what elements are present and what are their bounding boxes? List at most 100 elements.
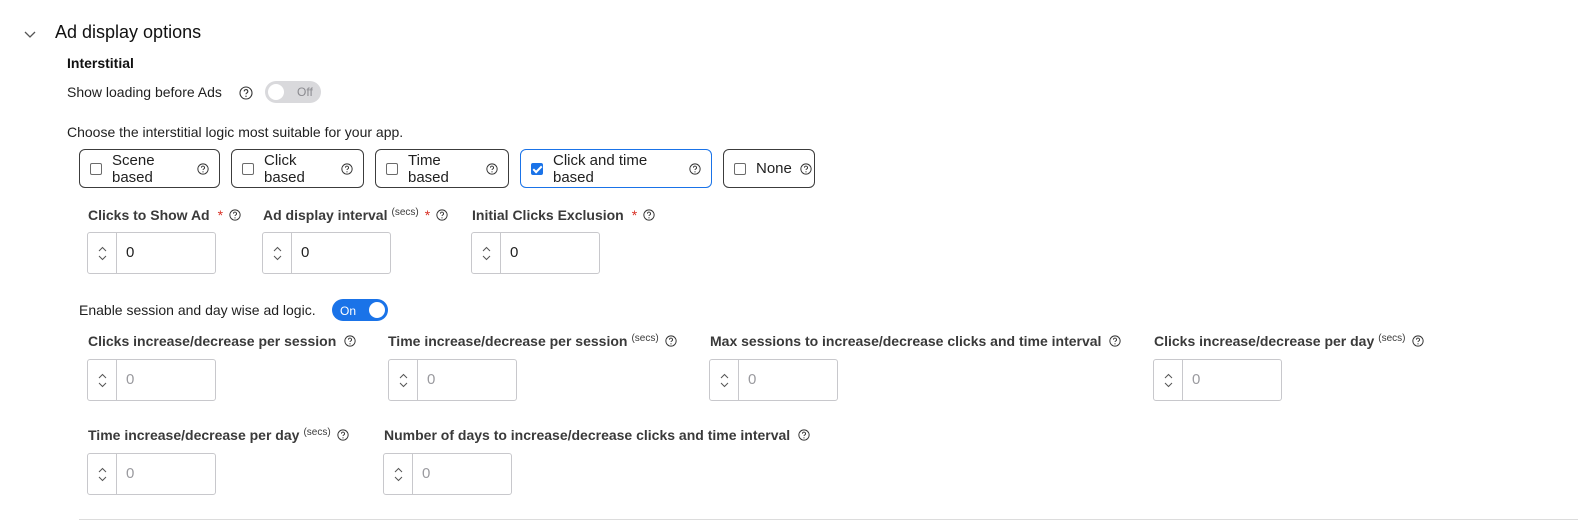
help-icon[interactable] — [800, 162, 812, 175]
subsection-title: Interstitial — [67, 55, 134, 71]
option-none[interactable]: None — [723, 149, 815, 188]
chevron-down-icon — [98, 255, 106, 260]
checkbox[interactable] — [242, 162, 254, 175]
stepper-value[interactable]: 0 — [501, 233, 599, 273]
option-label: Scene based — [112, 151, 155, 186]
chevron-down-icon — [399, 382, 407, 387]
field-label-time-per-session: Time increase/decrease per session (secs… — [388, 333, 677, 349]
chevron-up-icon — [1164, 373, 1172, 378]
clicks-per-session-stepper[interactable]: 0 — [87, 359, 216, 401]
logic-prompt: Choose the interstitial logic most suita… — [67, 124, 404, 140]
chevron-down-icon — [273, 255, 281, 260]
help-icon[interactable] — [486, 162, 498, 175]
chevron-down-icon[interactable] — [22, 26, 38, 42]
ad-display-interval-stepper[interactable]: 0 — [262, 232, 391, 274]
help-icon[interactable] — [344, 335, 356, 347]
chevron-down-icon — [1164, 382, 1172, 387]
chevron-down-icon — [394, 476, 402, 481]
required-mark: * — [631, 207, 638, 223]
help-icon[interactable] — [341, 162, 353, 175]
stepper-placeholder[interactable]: 0 — [117, 360, 215, 400]
initial-clicks-exclusion-stepper[interactable]: 0 — [471, 232, 600, 274]
required-mark: * — [424, 207, 431, 223]
toggle-knob — [369, 302, 385, 318]
stepper-arrows[interactable] — [88, 454, 117, 494]
chevron-up-icon — [482, 246, 490, 251]
checkbox[interactable] — [734, 162, 746, 175]
help-icon[interactable] — [798, 429, 810, 441]
unit-label: (secs) — [391, 206, 419, 218]
checkbox[interactable] — [386, 162, 398, 175]
field-label-max-sessions: Max sessions to increase/decrease clicks… — [710, 333, 1122, 349]
help-icon[interactable] — [1109, 335, 1122, 347]
stepper-arrows[interactable] — [384, 454, 413, 494]
stepper-arrows[interactable] — [710, 360, 739, 400]
chevron-up-icon — [98, 373, 106, 378]
option-label: Time based — [408, 151, 449, 186]
chevron-up-icon — [98, 467, 106, 472]
option-scene-based[interactable]: Scene based — [79, 149, 220, 188]
stepper-placeholder[interactable]: 0 — [117, 454, 215, 494]
checkbox[interactable] — [531, 162, 543, 175]
chevron-down-icon — [720, 382, 728, 387]
help-icon[interactable] — [689, 162, 701, 175]
help-icon[interactable] — [1411, 335, 1424, 347]
toggle-knob — [268, 84, 284, 100]
stepper-arrows[interactable] — [88, 360, 117, 400]
chevron-up-icon — [720, 373, 728, 378]
option-click-based[interactable]: Click based — [231, 149, 364, 188]
chevron-down-icon — [98, 382, 106, 387]
clicks-to-show-ad-stepper[interactable]: 0 — [87, 232, 216, 274]
stepper-arrows[interactable] — [389, 360, 418, 400]
show-loading-label: Show loading before Ads — [67, 84, 222, 100]
field-label-time-per-day: Time increase/decrease per day (secs) — [88, 427, 349, 443]
session-logic-label: Enable session and day wise ad logic. — [79, 302, 316, 318]
chevron-down-icon — [482, 255, 490, 260]
option-time-based[interactable]: Time based — [375, 149, 509, 188]
toggle-text: Off — [297, 85, 313, 99]
checkbox[interactable] — [90, 162, 102, 175]
stepper-arrows[interactable] — [1154, 360, 1183, 400]
stepper-placeholder[interactable]: 0 — [739, 360, 837, 400]
chevron-down-icon — [98, 476, 106, 481]
help-icon[interactable] — [197, 162, 209, 175]
option-label: Click and time based — [553, 151, 648, 186]
help-icon[interactable] — [436, 209, 448, 221]
stepper-arrows[interactable] — [472, 233, 501, 273]
time-per-session-stepper[interactable]: 0 — [388, 359, 517, 401]
help-icon[interactable] — [337, 429, 349, 441]
chevron-up-icon — [394, 467, 402, 472]
field-label-ad-display-interval: Ad display interval (secs) * — [263, 207, 448, 223]
unit-label: (secs) — [631, 332, 659, 344]
show-loading-toggle[interactable]: Off — [265, 81, 321, 103]
session-logic-toggle[interactable]: On — [332, 299, 388, 321]
option-label: Click based — [264, 151, 305, 186]
time-per-day-stepper[interactable]: 0 — [87, 453, 216, 495]
required-mark: * — [217, 207, 224, 223]
toggle-text: On — [340, 304, 357, 318]
stepper-placeholder[interactable]: 0 — [418, 360, 516, 400]
stepper-placeholder[interactable]: 0 — [1183, 360, 1281, 400]
stepper-arrows[interactable] — [88, 233, 117, 273]
help-icon[interactable] — [239, 86, 253, 100]
field-label-number-of-days: Number of days to increase/decrease clic… — [384, 427, 810, 443]
section-title: Ad display options — [55, 22, 202, 42]
help-icon[interactable] — [665, 335, 677, 347]
stepper-value[interactable]: 0 — [117, 233, 215, 273]
unit-label: (secs) — [1378, 332, 1406, 344]
field-label-clicks-per-day: Clicks increase/decrease per day (secs) — [1154, 333, 1424, 349]
chevron-up-icon — [98, 246, 106, 251]
stepper-arrows[interactable] — [263, 233, 292, 273]
section-divider — [79, 519, 1578, 520]
stepper-value[interactable]: 0 — [292, 233, 390, 273]
unit-label: (secs) — [303, 426, 331, 438]
clicks-per-day-stepper[interactable]: 0 — [1153, 359, 1282, 401]
option-click-and-time-based[interactable]: Click and time based — [520, 149, 712, 188]
stepper-placeholder[interactable]: 0 — [413, 454, 511, 494]
help-icon[interactable] — [229, 209, 241, 221]
chevron-up-icon — [273, 246, 281, 251]
number-of-days-stepper[interactable]: 0 — [383, 453, 512, 495]
max-sessions-stepper[interactable]: 0 — [709, 359, 838, 401]
help-icon[interactable] — [643, 209, 655, 221]
field-label-clicks-per-session: Clicks increase/decrease per session — [88, 333, 356, 349]
